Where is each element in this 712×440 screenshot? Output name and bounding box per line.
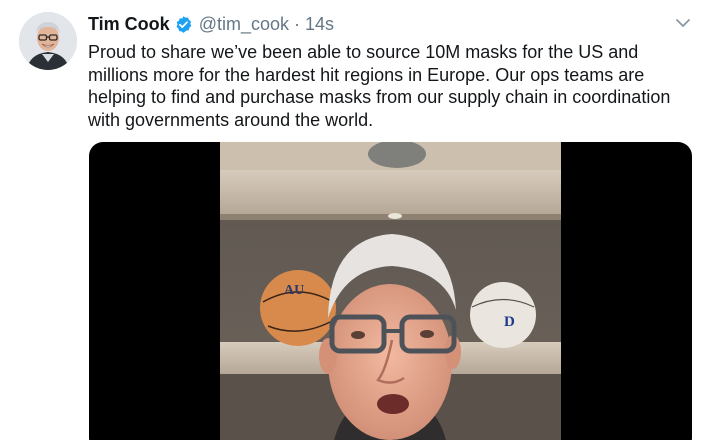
tweet-video[interactable]: AU D	[89, 142, 692, 440]
tweet-header: Tim Cook @tim_cook · 14s	[88, 12, 334, 36]
separator-dot: ·	[294, 13, 300, 34]
tweet[interactable]: Tim Cook @tim_cook · 14s Proud to share …	[0, 0, 712, 440]
verified-badge-icon	[174, 15, 193, 34]
video-still: AU D	[220, 142, 561, 440]
user-handle[interactable]: @tim_cook	[199, 14, 289, 35]
video-frame[interactable]: AU D	[220, 142, 561, 440]
display-name[interactable]: Tim Cook	[88, 14, 170, 35]
svg-text:AU: AU	[284, 283, 304, 298]
chevron-down-icon[interactable]	[672, 12, 694, 34]
avatar-portrait	[19, 12, 77, 70]
timestamp[interactable]: 14s	[305, 14, 334, 35]
svg-text:D: D	[504, 314, 515, 330]
tweet-text: Proud to share we’ve been able to source…	[88, 42, 671, 130]
avatar[interactable]	[19, 12, 77, 70]
